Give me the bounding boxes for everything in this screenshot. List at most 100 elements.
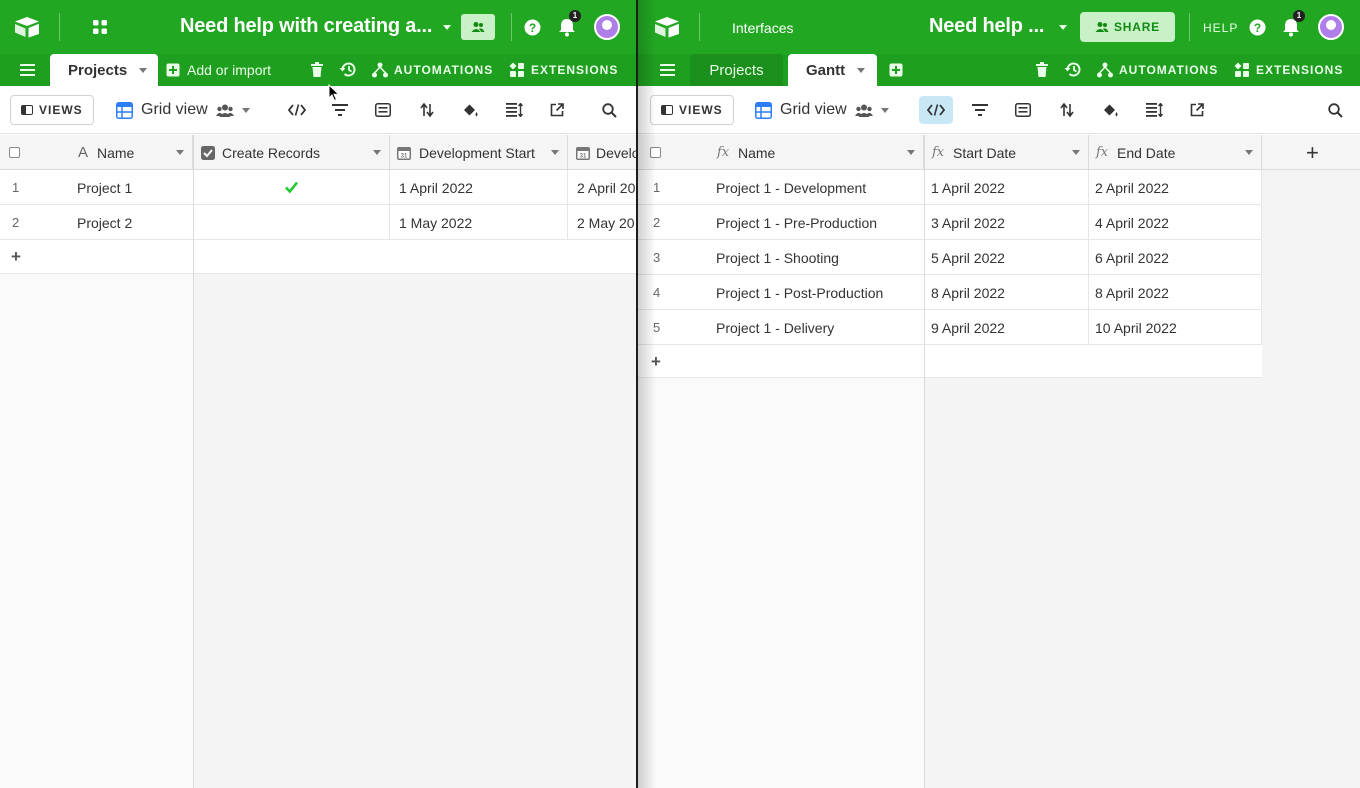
cell-start-date[interactable]: 3 April 2022 bbox=[925, 205, 1089, 240]
field-header-end-date[interactable]: fx End Date bbox=[1089, 135, 1262, 170]
share-button[interactable]: SHARE bbox=[1080, 12, 1175, 42]
views-button[interactable]: VIEWS bbox=[10, 95, 94, 125]
help-icon[interactable]: ? bbox=[524, 19, 541, 36]
cell-end-date[interactable]: 2 April 2022 bbox=[1089, 170, 1262, 205]
automations-button[interactable]: AUTOMATIONS bbox=[372, 54, 493, 86]
cell-start-date[interactable]: 9 April 2022 bbox=[925, 310, 1089, 345]
chevron-down-icon[interactable] bbox=[857, 67, 866, 73]
cell-start-date[interactable]: 1 April 2022 bbox=[925, 170, 1089, 205]
add-field-button[interactable]: + bbox=[1262, 135, 1360, 170]
table-row[interactable]: 1 Project 1 - Development bbox=[638, 170, 924, 205]
cell-name[interactable]: Project 1 - Development bbox=[716, 180, 866, 196]
chevron-down-icon[interactable] bbox=[1245, 150, 1253, 155]
views-button[interactable]: VIEWS bbox=[650, 95, 734, 125]
help-label[interactable]: HELP bbox=[1203, 21, 1238, 35]
table-row[interactable]: 1 Project 1 bbox=[0, 170, 193, 205]
cell-start-date[interactable]: 8 April 2022 bbox=[925, 275, 1089, 310]
chevron-down-icon[interactable] bbox=[1059, 25, 1067, 30]
filter-button[interactable] bbox=[964, 96, 996, 124]
cell-name[interactable]: Project 1 - Pre-Production bbox=[716, 215, 877, 231]
trash-icon[interactable] bbox=[311, 62, 323, 77]
hamburger-menu-icon[interactable] bbox=[20, 64, 35, 76]
field-header-development-end[interactable]: 31 Develo bbox=[568, 135, 637, 170]
group-button[interactable] bbox=[1007, 96, 1039, 124]
hamburger-menu-icon[interactable] bbox=[660, 64, 675, 76]
airtable-logo-icon[interactable] bbox=[654, 16, 680, 38]
cell-development-end[interactable]: 2 April 20 bbox=[568, 170, 637, 205]
table-row[interactable]: 4 Project 1 - Post-Production bbox=[638, 275, 924, 310]
tab-projects[interactable]: Projects bbox=[50, 54, 158, 86]
sort-button[interactable] bbox=[1051, 96, 1083, 124]
field-header-start-date[interactable]: fx Start Date bbox=[925, 135, 1089, 170]
primary-field-header[interactable]: fx Name bbox=[638, 135, 924, 170]
search-button[interactable] bbox=[593, 96, 625, 124]
trash-icon[interactable] bbox=[1036, 62, 1048, 77]
apps-grid-icon[interactable] bbox=[92, 19, 108, 35]
extensions-button[interactable]: EXTENSIONS bbox=[1234, 54, 1343, 86]
chevron-down-icon[interactable] bbox=[443, 25, 451, 30]
cell-name[interactable]: Project 1 - Delivery bbox=[716, 320, 834, 336]
history-icon[interactable] bbox=[1064, 61, 1082, 78]
cell-name[interactable]: Project 1 bbox=[77, 180, 132, 196]
add-row-filler[interactable] bbox=[925, 345, 1262, 378]
color-button[interactable] bbox=[454, 96, 486, 124]
search-button[interactable] bbox=[1319, 96, 1351, 124]
table-row[interactable]: 2 Project 2 bbox=[0, 205, 193, 240]
add-or-import-button[interactable]: Add or import bbox=[166, 54, 271, 86]
color-button[interactable] bbox=[1094, 96, 1126, 124]
primary-field-header[interactable]: A Name bbox=[0, 135, 193, 170]
cell-development-end[interactable]: 2 May 20 bbox=[568, 205, 637, 240]
view-switcher[interactable]: Grid view bbox=[116, 95, 250, 125]
cell-end-date[interactable]: 6 April 2022 bbox=[1089, 240, 1262, 275]
cell-start-date[interactable]: 5 April 2022 bbox=[925, 240, 1089, 275]
share-view-button[interactable] bbox=[1181, 96, 1213, 124]
tab-projects[interactable]: Projects bbox=[690, 54, 783, 86]
automations-button[interactable]: AUTOMATIONS bbox=[1097, 54, 1218, 86]
field-header-create-records[interactable]: Create Records bbox=[194, 135, 390, 170]
avatar[interactable] bbox=[1318, 14, 1344, 40]
share-view-button[interactable] bbox=[541, 96, 573, 124]
add-row-filler[interactable] bbox=[194, 240, 637, 274]
chevron-down-icon[interactable] bbox=[373, 150, 381, 155]
table-row[interactable]: 5 Project 1 - Delivery bbox=[638, 310, 924, 345]
airtable-logo-icon[interactable] bbox=[14, 16, 40, 38]
share-button[interactable] bbox=[461, 14, 495, 40]
group-button[interactable] bbox=[367, 96, 399, 124]
embed-code-button[interactable] bbox=[919, 96, 953, 124]
row-height-button[interactable] bbox=[498, 96, 530, 124]
chevron-down-icon[interactable] bbox=[907, 150, 915, 155]
sort-button[interactable] bbox=[411, 96, 443, 124]
cell-name[interactable]: Project 2 bbox=[77, 215, 132, 231]
tab-gantt[interactable]: Gantt bbox=[788, 54, 877, 86]
base-title[interactable]: Need help with creating a... bbox=[180, 15, 432, 38]
select-all-checkbox[interactable] bbox=[9, 147, 20, 158]
base-title[interactable]: Need help ... bbox=[929, 15, 1044, 38]
chevron-down-icon[interactable] bbox=[139, 67, 148, 73]
add-table-icon[interactable] bbox=[889, 63, 903, 77]
cell-end-date[interactable]: 8 April 2022 bbox=[1089, 275, 1262, 310]
interfaces-link[interactable]: Interfaces bbox=[732, 20, 793, 36]
add-row-button[interactable]: + bbox=[0, 240, 193, 274]
cell-name[interactable]: Project 1 - Shooting bbox=[716, 250, 839, 266]
view-switcher[interactable]: Grid view bbox=[755, 95, 889, 125]
cell-development-start[interactable]: 1 April 2022 bbox=[390, 170, 568, 205]
history-icon[interactable] bbox=[339, 61, 357, 78]
avatar[interactable] bbox=[594, 14, 620, 40]
cell-name[interactable]: Project 1 - Post-Production bbox=[716, 285, 883, 301]
cell-create-records[interactable] bbox=[194, 205, 390, 240]
cell-create-records[interactable] bbox=[194, 170, 390, 205]
cell-end-date[interactable]: 4 April 2022 bbox=[1089, 205, 1262, 240]
select-all-checkbox[interactable] bbox=[650, 147, 661, 158]
chevron-down-icon[interactable] bbox=[1072, 150, 1080, 155]
chevron-down-icon[interactable] bbox=[551, 150, 559, 155]
table-row[interactable]: 2 Project 1 - Pre-Production bbox=[638, 205, 924, 240]
table-row[interactable]: 3 Project 1 - Shooting bbox=[638, 240, 924, 275]
field-header-development-start[interactable]: 31 Development Start bbox=[390, 135, 568, 170]
cell-development-start[interactable]: 1 May 2022 bbox=[390, 205, 568, 240]
extensions-button[interactable]: EXTENSIONS bbox=[509, 54, 618, 86]
row-height-button[interactable] bbox=[1138, 96, 1170, 124]
embed-code-button[interactable] bbox=[281, 96, 313, 124]
cell-end-date[interactable]: 10 April 2022 bbox=[1089, 310, 1262, 345]
chevron-down-icon[interactable] bbox=[176, 150, 184, 155]
add-row-button[interactable]: + bbox=[638, 345, 924, 378]
